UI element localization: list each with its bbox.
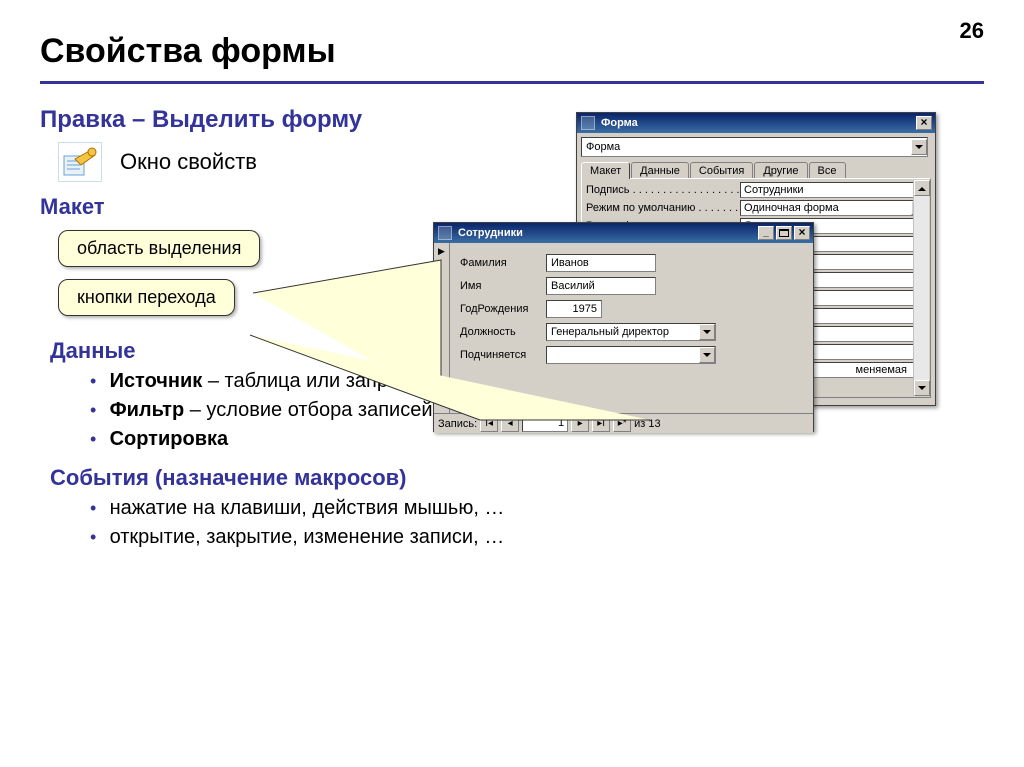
- field-firstname-label: Имя: [460, 280, 546, 292]
- properties-window-icon: [58, 142, 102, 182]
- events-heading: События (назначение макросов): [50, 465, 984, 491]
- field-position-input[interactable]: Генеральный директор: [546, 323, 716, 341]
- bullet-sort-key: Сортировка: [110, 428, 229, 450]
- bullet-event-2: открытие, закрытие, изменение записи, …: [110, 526, 505, 548]
- object-select-value: Форма: [586, 141, 620, 153]
- callout-nav-buttons: кнопки перехода: [58, 279, 235, 316]
- employees-window: Сотрудники ФамилияИванов ИмяВасилий ГодР…: [433, 222, 814, 432]
- nav-prev-button[interactable]: ◂: [501, 416, 519, 432]
- tab-layout[interactable]: Макет: [581, 162, 630, 179]
- object-select[interactable]: Форма: [581, 137, 928, 157]
- chevron-down-icon[interactable]: [699, 324, 715, 340]
- prop-defaultview-label: Режим по умолчанию . . . . . . . . .: [586, 202, 740, 214]
- field-firstname-input[interactable]: Василий: [546, 277, 656, 295]
- scrollbar[interactable]: [913, 180, 929, 396]
- field-lastname-input[interactable]: Иванов: [546, 254, 656, 272]
- nav-label: Запись:: [438, 418, 477, 430]
- field-birthyear-label: ГодРождения: [460, 303, 546, 315]
- events-bullets: • нажатие на клавиши, действия мышью, … …: [90, 497, 984, 549]
- tab-all[interactable]: Все: [809, 162, 846, 179]
- close-icon[interactable]: [916, 116, 932, 130]
- nav-total-prefix: из: [634, 418, 645, 430]
- bullet-event-1: нажатие на клавиши, действия мышью, …: [110, 497, 505, 519]
- prop-defaultview-value[interactable]: Одиночная форма: [740, 200, 928, 216]
- field-position-label: Должность: [460, 326, 546, 338]
- prop-caption-label: Подпись . . . . . . . . . . . . . . . . …: [586, 184, 740, 196]
- page-number: 26: [960, 18, 984, 44]
- tab-other[interactable]: Другие: [754, 162, 807, 179]
- slide-title: Свойства формы: [40, 32, 984, 71]
- nav-total: 13: [648, 418, 660, 430]
- record-navigator: Запись: I◂ ◂ 1 ▸ ▸I ▸* из 13: [434, 413, 813, 433]
- windows-cluster: Форма Форма Макет Данные События Другие …: [433, 112, 943, 442]
- field-reportsto-input[interactable]: [546, 346, 716, 364]
- form-icon: [581, 116, 595, 130]
- nav-last-button[interactable]: ▸I: [592, 416, 610, 432]
- nav-new-button[interactable]: ▸*: [613, 416, 631, 432]
- callout-selection-area: область выделения: [58, 230, 260, 267]
- form-icon: [438, 226, 452, 240]
- propwin-title: Форма: [601, 117, 638, 129]
- nav-first-button[interactable]: I◂: [480, 416, 498, 432]
- bullet-source-rest: – таблица или запрос: [202, 370, 409, 392]
- divider: [40, 81, 984, 84]
- field-birthyear-input[interactable]: 1975: [546, 300, 602, 318]
- record-selector[interactable]: [434, 243, 450, 413]
- empwin-title: Сотрудники: [458, 227, 523, 239]
- maximize-icon[interactable]: [776, 226, 792, 240]
- nav-record-number[interactable]: 1: [522, 416, 568, 432]
- field-lastname-label: Фамилия: [460, 257, 546, 269]
- nav-next-button[interactable]: ▸: [571, 416, 589, 432]
- tab-events[interactable]: События: [690, 162, 753, 179]
- prop-caption-value[interactable]: Сотрудники: [740, 182, 928, 198]
- scroll-down-icon[interactable]: [914, 380, 930, 396]
- tab-data[interactable]: Данные: [631, 162, 689, 179]
- scroll-up-icon[interactable]: [914, 180, 930, 196]
- bullet-filter-rest: – условие отбора записей: [184, 399, 432, 421]
- chevron-down-icon[interactable]: [911, 139, 927, 155]
- minimize-icon[interactable]: [758, 226, 774, 240]
- properties-label: Окно свойств: [120, 149, 257, 175]
- layout-heading: Макет: [40, 194, 440, 220]
- bullet-source-key: Источник: [110, 370, 203, 392]
- bullet-filter-key: Фильтр: [110, 399, 185, 421]
- chevron-down-icon[interactable]: [699, 347, 715, 363]
- field-reportsto-label: Подчиняется: [460, 349, 546, 361]
- edit-heading: Правка – Выделить форму: [40, 106, 440, 134]
- close-icon[interactable]: [794, 226, 810, 240]
